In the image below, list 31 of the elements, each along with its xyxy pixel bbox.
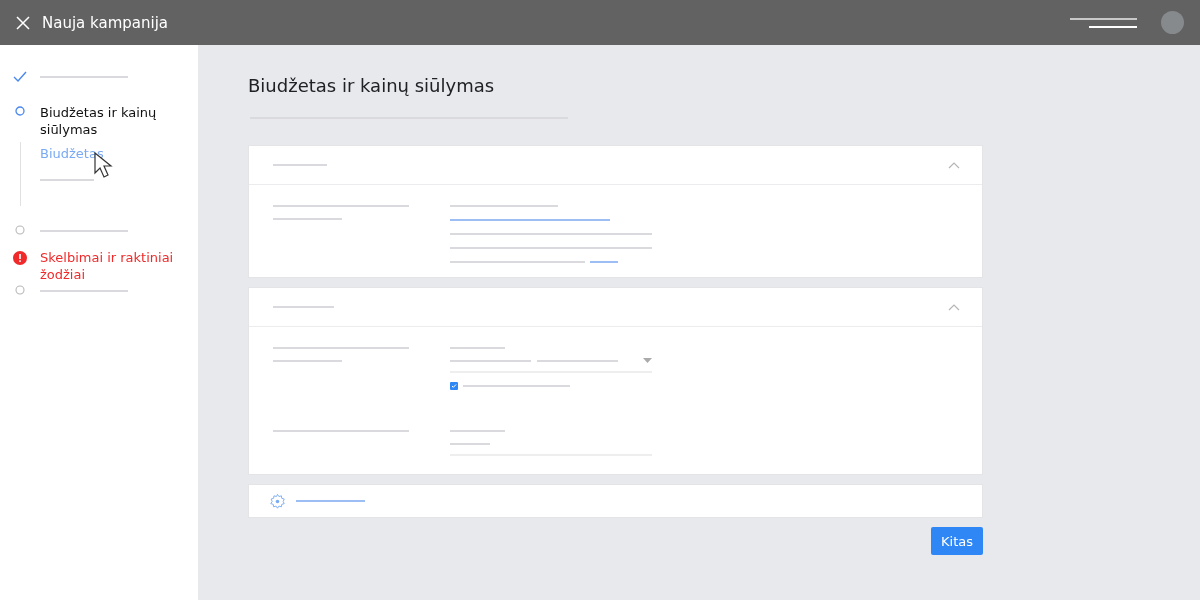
- step-label[interactable]: Skelbimai ir raktiniai žodžiai: [40, 249, 188, 283]
- placeholder-line: [273, 306, 334, 308]
- substep-label[interactable]: Biudžetas: [40, 138, 198, 163]
- window-title: Nauja kampanija: [42, 13, 169, 32]
- next-button[interactable]: Kitas: [931, 527, 983, 555]
- chevron-icon[interactable]: [948, 161, 960, 169]
- circle-icon: [15, 285, 25, 295]
- close-icon[interactable]: [16, 15, 30, 30]
- avatar-icon[interactable]: [1161, 11, 1184, 34]
- placeholder-line: [40, 179, 94, 181]
- placeholder-line: [450, 443, 490, 445]
- caret-icon: [643, 358, 652, 363]
- placeholder-line: [273, 360, 342, 362]
- account-lines: [1070, 17, 1137, 28]
- placeholder-line: [273, 164, 327, 166]
- circle-icon: [15, 106, 25, 116]
- placeholder-line: [450, 347, 505, 349]
- placeholder-line: [273, 218, 342, 220]
- error-icon: [13, 251, 27, 265]
- dropdown-field[interactable]: [450, 358, 652, 373]
- placeholder-line: [590, 261, 618, 263]
- checkbox[interactable]: [450, 382, 458, 390]
- settings-card[interactable]: [248, 484, 983, 518]
- placeholder-line: [296, 500, 365, 502]
- step-label[interactable]: Biudžetas ir kainų siūlymas: [40, 104, 188, 138]
- placeholder-line: [450, 430, 505, 432]
- circle-icon: [15, 225, 25, 235]
- gear-icon: [269, 492, 286, 510]
- checkmark-icon: [13, 71, 27, 82]
- chevron-icon[interactable]: [948, 303, 960, 311]
- page-title: Biudžetas ir kainų siūlymas: [248, 75, 496, 96]
